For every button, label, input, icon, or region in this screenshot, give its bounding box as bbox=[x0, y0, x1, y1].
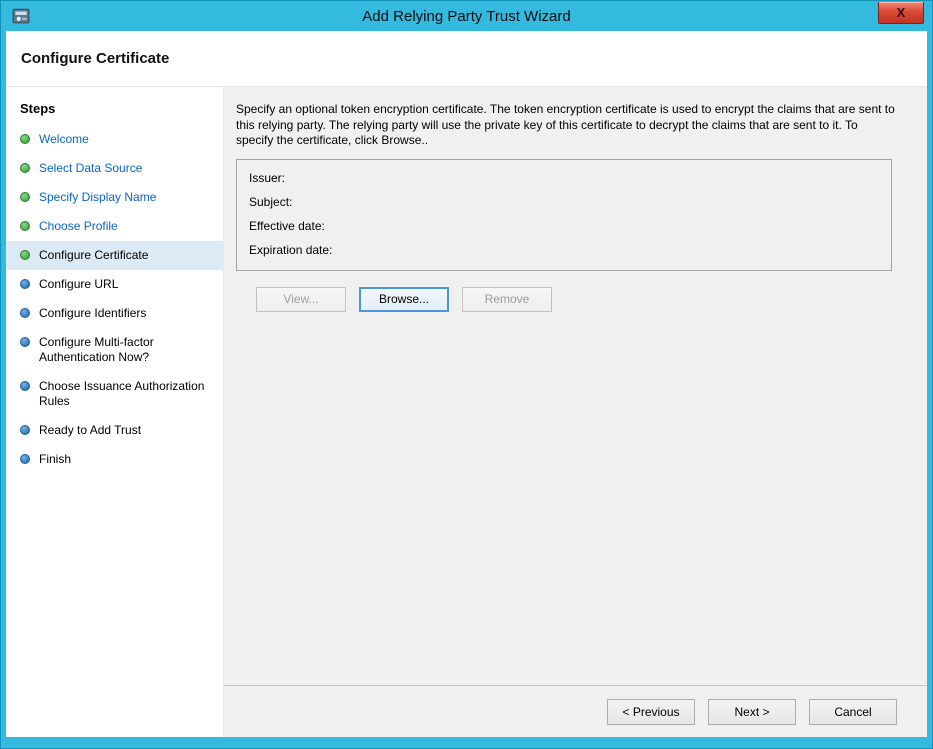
certificate-field-row: Issuer: bbox=[249, 166, 879, 190]
cancel-button[interactable]: Cancel bbox=[809, 699, 897, 725]
sidebar-item-configure-multi-factor-authentication-now: Configure Multi-factor Authentication No… bbox=[6, 328, 223, 372]
wizard-app-icon bbox=[12, 7, 30, 25]
sidebar-item-specify-display-name[interactable]: Specify Display Name bbox=[6, 183, 223, 212]
step-bullet-icon bbox=[20, 163, 30, 173]
step-bullet-icon bbox=[20, 454, 30, 464]
wizard-footer: < Previous Next > Cancel bbox=[224, 685, 927, 737]
window-title: Add Relying Party Trust Wizard bbox=[1, 8, 932, 25]
sidebar-item-finish: Finish bbox=[6, 445, 223, 474]
wizard-frame: Configure Certificate Steps Welcome Selec… bbox=[6, 31, 927, 737]
sidebar-item-configure-url: Configure URL bbox=[6, 270, 223, 299]
step-label: Configure Multi-factor Authentication No… bbox=[39, 335, 215, 365]
step-label: Configure Identifiers bbox=[39, 306, 146, 321]
next-button[interactable]: Next > bbox=[708, 699, 796, 725]
wizard-body: Steps Welcome Select Data Source Specify D… bbox=[6, 87, 927, 737]
remove-button: Remove bbox=[462, 287, 552, 312]
step-bullet-icon bbox=[20, 221, 30, 231]
certificate-actions: View... Browse... Remove bbox=[256, 287, 899, 312]
effective-date-label: Effective date: bbox=[249, 219, 325, 233]
steps-heading: Steps bbox=[6, 91, 223, 125]
step-label: Finish bbox=[39, 452, 71, 467]
step-bullet-icon bbox=[20, 337, 30, 347]
step-label: Welcome bbox=[39, 132, 89, 147]
step-label: Choose Issuance Authorization Rules bbox=[39, 379, 215, 409]
certificate-field-row: Effective date: bbox=[249, 214, 879, 238]
expiration-date-label: Expiration date: bbox=[249, 243, 332, 257]
steps-list: Welcome Select Data Source Specify Display… bbox=[6, 125, 223, 474]
wizard-window: Add Relying Party Trust Wizard X Configu… bbox=[0, 0, 933, 749]
sidebar-item-configure-certificate[interactable]: Configure Certificate bbox=[6, 241, 223, 270]
certificate-field-row: Subject: bbox=[249, 190, 879, 214]
step-bullet-icon bbox=[20, 425, 30, 435]
content-area: Specify an optional token encryption cer… bbox=[224, 87, 927, 685]
steps-sidebar: Steps Welcome Select Data Source Specify D… bbox=[6, 87, 224, 737]
sidebar-item-choose-profile[interactable]: Choose Profile bbox=[6, 212, 223, 241]
close-button[interactable]: X bbox=[878, 2, 924, 24]
step-bullet-icon bbox=[20, 134, 30, 144]
browse-button[interactable]: Browse... bbox=[359, 287, 449, 312]
step-bullet-icon bbox=[20, 192, 30, 202]
content-column: Specify an optional token encryption cer… bbox=[224, 87, 927, 737]
subject-label: Subject: bbox=[249, 195, 292, 209]
page-header: Configure Certificate bbox=[6, 31, 927, 87]
issuer-label: Issuer: bbox=[249, 171, 285, 185]
sidebar-item-choose-issuance-authorization-rules: Choose Issuance Authorization Rules bbox=[6, 372, 223, 416]
view-button: View... bbox=[256, 287, 346, 312]
step-label: Specify Display Name bbox=[39, 190, 156, 205]
sidebar-item-welcome[interactable]: Welcome bbox=[6, 125, 223, 154]
previous-button[interactable]: < Previous bbox=[607, 699, 695, 725]
step-bullet-icon bbox=[20, 250, 30, 260]
step-label: Configure Certificate bbox=[39, 248, 148, 263]
instruction-text: Specify an optional token encryption cer… bbox=[236, 102, 898, 149]
step-label: Configure URL bbox=[39, 277, 118, 292]
titlebar: Add Relying Party Trust Wizard X bbox=[1, 1, 932, 31]
step-bullet-icon bbox=[20, 308, 30, 318]
page-title: Configure Certificate bbox=[21, 50, 169, 67]
sidebar-item-select-data-source[interactable]: Select Data Source bbox=[6, 154, 223, 183]
step-bullet-icon bbox=[20, 279, 30, 289]
close-icon: X bbox=[897, 5, 906, 20]
certificate-info-box: Issuer: Subject: Effective date: Expirat… bbox=[236, 159, 892, 271]
sidebar-item-ready-to-add-trust: Ready to Add Trust bbox=[6, 416, 223, 445]
step-label: Choose Profile bbox=[39, 219, 118, 234]
sidebar-item-configure-identifiers: Configure Identifiers bbox=[6, 299, 223, 328]
step-label: Select Data Source bbox=[39, 161, 142, 176]
step-label: Ready to Add Trust bbox=[39, 423, 141, 438]
certificate-field-row: Expiration date: bbox=[249, 238, 879, 262]
step-bullet-icon bbox=[20, 381, 30, 391]
